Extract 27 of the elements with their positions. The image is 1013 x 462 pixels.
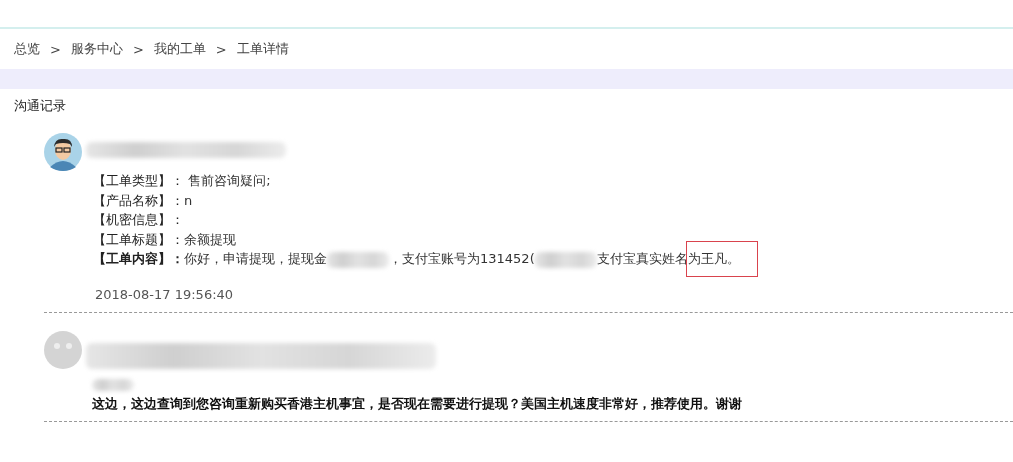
content-text: 为王凡。 [687, 251, 740, 266]
redaction-blur [92, 378, 134, 391]
redaction-blur [327, 251, 389, 268]
content-text: 余额提现 [184, 231, 236, 247]
content-text: 你好，申请提现，提现金 [184, 251, 327, 266]
field-label: 【工单标题】： [93, 231, 184, 247]
breadcrumb-link[interactable]: 服务中心 [70, 40, 123, 58]
breadcrumb-link[interactable]: 我的工单 [153, 40, 206, 58]
message-text: 这边，这边查询到您咨询重新购买香港主机事宜，是否现在需要进行提现？美国主机速度非常好，推荐使用。谢谢 [92, 394, 743, 413]
breadcrumb-separator: > [132, 41, 144, 57]
breadcrumb-separator: > [50, 41, 61, 57]
breadcrumb-link[interactable]: 总览 [14, 40, 40, 58]
field-label: 【工单类型】： [93, 173, 184, 188]
breadcrumb-separator: > [215, 41, 227, 57]
field-label: 【产品名称】： [93, 192, 184, 208]
content-text: n [184, 192, 193, 208]
content-text: ，支付宝账号为131452( [389, 251, 535, 266]
breadcrumb-link[interactable]: 工单详情 [236, 40, 289, 58]
avatar-icon [44, 133, 82, 171]
avatar-icon [44, 330, 82, 369]
message-time: 2018-08-17 19:56:40 [95, 286, 235, 302]
content-text: 支付宝真实姓名 [596, 251, 688, 266]
field-label: 【工单内容】： [93, 251, 184, 266]
field-label: 【机密信息】： [93, 212, 184, 227]
redaction-blur [534, 251, 597, 268]
content-text: 售前咨询疑问; [187, 173, 271, 188]
section-title: 沟通记录 [13, 97, 67, 115]
